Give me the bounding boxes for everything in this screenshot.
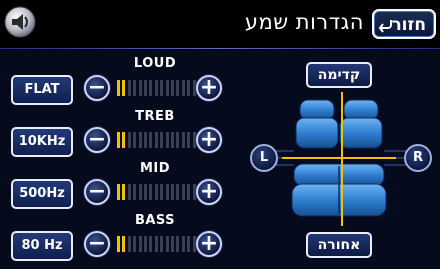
mid-decrease-button[interactable]: − bbox=[84, 179, 110, 205]
rear-bench-seat bbox=[291, 163, 387, 217]
plus-icon: + bbox=[199, 231, 219, 256]
level-tick bbox=[127, 236, 131, 252]
level-tick bbox=[187, 236, 191, 252]
level-tick bbox=[144, 80, 147, 96]
level-tick bbox=[144, 184, 147, 200]
level-tick bbox=[171, 132, 174, 148]
minus-icon: − bbox=[87, 127, 107, 152]
level-tick bbox=[149, 132, 153, 148]
minus-icon: − bbox=[87, 231, 107, 256]
treb-increase-button[interactable]: + bbox=[196, 127, 222, 153]
level-tick bbox=[122, 132, 126, 148]
header-divider bbox=[0, 48, 440, 49]
loud-preset-button[interactable]: FLAT bbox=[11, 75, 73, 105]
loud-decrease-button[interactable]: − bbox=[84, 75, 110, 101]
front-button[interactable]: קדימה bbox=[306, 62, 372, 88]
loud-increase-button[interactable]: + bbox=[196, 75, 222, 101]
loud-level-bar bbox=[117, 80, 199, 96]
level-tick bbox=[160, 80, 164, 96]
front-right-seat bbox=[339, 99, 383, 149]
level-tick bbox=[138, 184, 142, 200]
mid-level-bar bbox=[117, 184, 199, 200]
level-tick bbox=[176, 236, 180, 252]
level-tick bbox=[171, 236, 174, 252]
level-tick bbox=[138, 80, 142, 96]
level-tick bbox=[154, 132, 158, 148]
level-tick bbox=[117, 80, 120, 96]
treb-preset-button[interactable]: 10KHz bbox=[11, 127, 73, 157]
level-tick bbox=[181, 80, 185, 96]
level-tick bbox=[154, 236, 158, 252]
minus-icon: − bbox=[87, 75, 107, 100]
back-button-label: חזור bbox=[391, 15, 426, 35]
level-tick bbox=[165, 132, 169, 148]
level-tick bbox=[165, 184, 169, 200]
back-button[interactable]: חזור bbox=[372, 9, 436, 39]
level-tick bbox=[117, 236, 120, 252]
minus-icon: − bbox=[87, 179, 107, 204]
level-tick bbox=[187, 80, 191, 96]
level-tick bbox=[138, 132, 142, 148]
plus-icon: + bbox=[199, 75, 219, 100]
bass-increase-button[interactable]: + bbox=[196, 231, 222, 257]
loud-label: LOUD bbox=[133, 56, 177, 71]
level-tick bbox=[133, 132, 137, 148]
level-tick bbox=[176, 80, 180, 96]
level-tick bbox=[127, 80, 131, 96]
header-bar: הגדרות שמע חזור bbox=[0, 0, 440, 46]
level-tick bbox=[122, 236, 126, 252]
car-seats-diagram bbox=[258, 92, 420, 226]
plus-icon: + bbox=[199, 179, 219, 204]
level-tick bbox=[160, 132, 164, 148]
level-tick bbox=[117, 184, 120, 200]
level-tick bbox=[144, 132, 147, 148]
level-tick bbox=[149, 80, 153, 96]
level-tick bbox=[154, 80, 158, 96]
speaker-icon bbox=[4, 6, 36, 38]
bass-decrease-button[interactable]: − bbox=[84, 231, 110, 257]
level-tick bbox=[133, 184, 137, 200]
treb-level-bar bbox=[117, 132, 199, 148]
plus-icon: + bbox=[199, 127, 219, 152]
level-tick bbox=[133, 236, 137, 252]
level-tick bbox=[127, 184, 131, 200]
level-tick bbox=[127, 132, 131, 148]
level-tick bbox=[149, 184, 153, 200]
level-tick bbox=[181, 184, 185, 200]
level-tick bbox=[171, 184, 174, 200]
level-tick bbox=[187, 184, 191, 200]
level-tick bbox=[181, 236, 185, 252]
level-tick bbox=[154, 184, 158, 200]
level-tick bbox=[181, 132, 185, 148]
balance-right-button[interactable]: R bbox=[404, 144, 432, 172]
treb-decrease-button[interactable]: − bbox=[84, 127, 110, 153]
mid-preset-button[interactable]: 500Hz bbox=[11, 179, 73, 209]
bass-level-bar bbox=[117, 236, 199, 252]
page-title: הגדרות שמע bbox=[244, 10, 364, 34]
level-tick bbox=[160, 236, 164, 252]
level-tick bbox=[117, 132, 120, 148]
bass-label: BASS bbox=[134, 213, 176, 228]
level-tick bbox=[160, 184, 164, 200]
level-tick bbox=[165, 80, 169, 96]
balance-left-button[interactable]: L bbox=[250, 144, 278, 172]
level-tick bbox=[165, 236, 169, 252]
mid-label: MID bbox=[139, 161, 171, 176]
level-tick bbox=[149, 236, 153, 252]
rear-button[interactable]: אחורה bbox=[306, 232, 372, 258]
level-tick bbox=[122, 184, 126, 200]
level-tick bbox=[122, 80, 126, 96]
level-tick bbox=[144, 236, 147, 252]
level-tick bbox=[133, 80, 137, 96]
level-tick bbox=[138, 236, 142, 252]
mid-increase-button[interactable]: + bbox=[196, 179, 222, 205]
level-tick bbox=[176, 132, 180, 148]
level-tick bbox=[187, 132, 191, 148]
level-tick bbox=[171, 80, 174, 96]
front-left-seat bbox=[295, 99, 339, 149]
bass-preset-button[interactable]: 80 Hz bbox=[11, 231, 73, 261]
level-tick bbox=[176, 184, 180, 200]
treb-label: TREB bbox=[135, 109, 175, 124]
